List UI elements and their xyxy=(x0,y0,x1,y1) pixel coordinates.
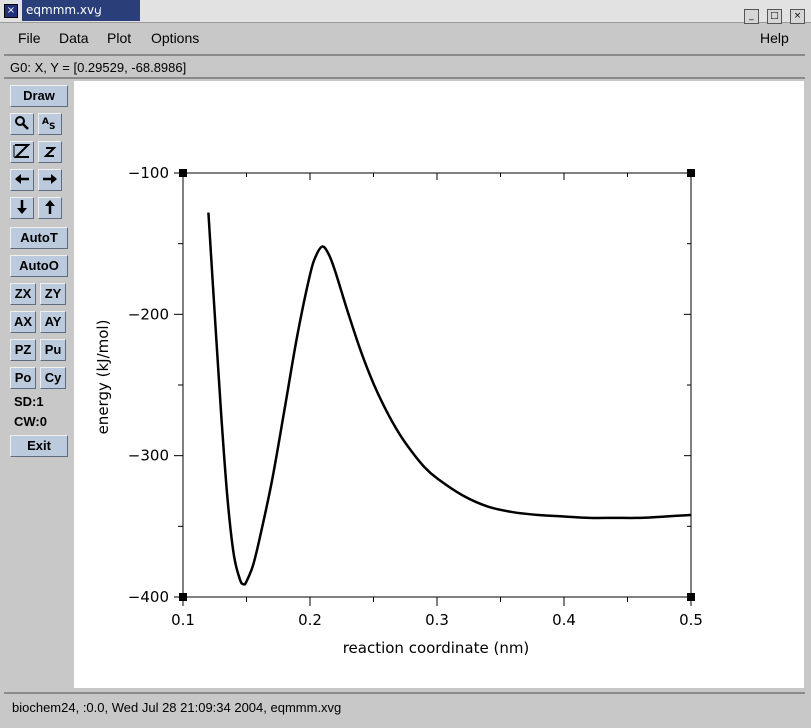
cy-button[interactable]: Cy xyxy=(40,367,66,389)
arrow-down-button[interactable] xyxy=(10,197,34,219)
x-tick-label: 0.1 xyxy=(171,611,195,629)
y-tick-label: −200 xyxy=(128,305,169,323)
arrow-right-icon xyxy=(43,174,57,184)
cw-label: CW:0 xyxy=(14,414,47,429)
autoo-button[interactable]: AutoO xyxy=(10,255,68,277)
arrow-left-button[interactable] xyxy=(10,169,34,191)
titlebar-pattern xyxy=(96,5,136,17)
zoom-z-button[interactable] xyxy=(10,141,34,163)
svg-text:A: A xyxy=(42,117,49,127)
x-tick-label: 0.2 xyxy=(298,611,322,629)
y-tick-label: −400 xyxy=(128,588,169,606)
energy-chart[interactable]: 0.1 0.2 0.3 0.4 0.5 −400 −300 −200 −100 energy (… xyxy=(74,81,804,688)
close-button[interactable]: × xyxy=(790,9,805,24)
menu-options[interactable]: Options xyxy=(151,30,199,46)
zx-button[interactable]: ZX xyxy=(10,283,36,305)
zoom-z-small-icon xyxy=(43,147,57,157)
x-tick-label: 0.4 xyxy=(552,611,576,629)
x-tick-label: 0.5 xyxy=(679,611,703,629)
menu-data[interactable]: Data xyxy=(59,30,89,46)
pz-button[interactable]: PZ xyxy=(10,339,36,361)
text-icon: AS xyxy=(42,117,55,132)
menu-help[interactable]: Help xyxy=(760,30,789,46)
arrow-down-icon xyxy=(17,200,27,214)
plot-frame xyxy=(182,172,692,598)
text-button[interactable]: AS xyxy=(38,113,62,135)
menu-plot[interactable]: Plot xyxy=(107,30,131,46)
ax-button[interactable]: AX xyxy=(10,311,36,333)
status-bar: biochem24, :0.0, Wed Jul 28 21:09:34 200… xyxy=(4,692,805,722)
ay-button[interactable]: AY xyxy=(40,311,66,333)
coordinate-readout: G0: X, Y = [0.29529, -68.8986] xyxy=(4,57,805,79)
autot-button[interactable]: AutoT xyxy=(10,227,68,249)
y-axis-label: energy (kJ/mol) xyxy=(94,320,112,435)
plot-canvas[interactable]: 0.1 0.2 0.3 0.4 0.5 −400 −300 −200 −100 energy (… xyxy=(74,81,804,688)
title-bar: × eqmmm.xvg _ □ × xyxy=(0,0,811,24)
arrow-up-button[interactable] xyxy=(38,197,62,219)
pu-button[interactable]: Pu xyxy=(40,339,66,361)
magnifier-button[interactable] xyxy=(10,113,34,135)
menu-file[interactable]: File xyxy=(18,30,41,46)
arrow-right-button[interactable] xyxy=(38,169,62,191)
exit-button[interactable]: Exit xyxy=(10,435,68,457)
zoom-z-icon xyxy=(13,144,31,158)
arrow-left-icon xyxy=(15,174,29,184)
svg-text:S: S xyxy=(49,122,55,132)
menu-bar: File Data Plot Options Help xyxy=(4,24,805,56)
sd-label: SD:1 xyxy=(14,394,44,409)
magnifier-icon xyxy=(15,116,29,130)
window-menu-icon[interactable]: × xyxy=(4,4,18,18)
toolbar: Draw AS AutoT AutoO ZX ZY AX AY PZ Pu Po… xyxy=(4,81,72,688)
energy-curve xyxy=(207,212,692,586)
zoom-z-small-button[interactable] xyxy=(38,141,62,163)
draw-button[interactable]: Draw xyxy=(10,85,68,107)
x-axis-label: reaction coordinate (nm) xyxy=(343,639,530,657)
minimize-button[interactable]: _ xyxy=(743,9,759,24)
y-tick-label: −100 xyxy=(128,164,169,182)
arrow-up-icon xyxy=(45,200,55,214)
x-tick-label: 0.3 xyxy=(425,611,449,629)
zy-button[interactable]: ZY xyxy=(40,283,66,305)
y-tick-label: −300 xyxy=(128,447,169,465)
po-button[interactable]: Po xyxy=(10,367,36,389)
maximize-button[interactable]: □ xyxy=(766,9,782,24)
